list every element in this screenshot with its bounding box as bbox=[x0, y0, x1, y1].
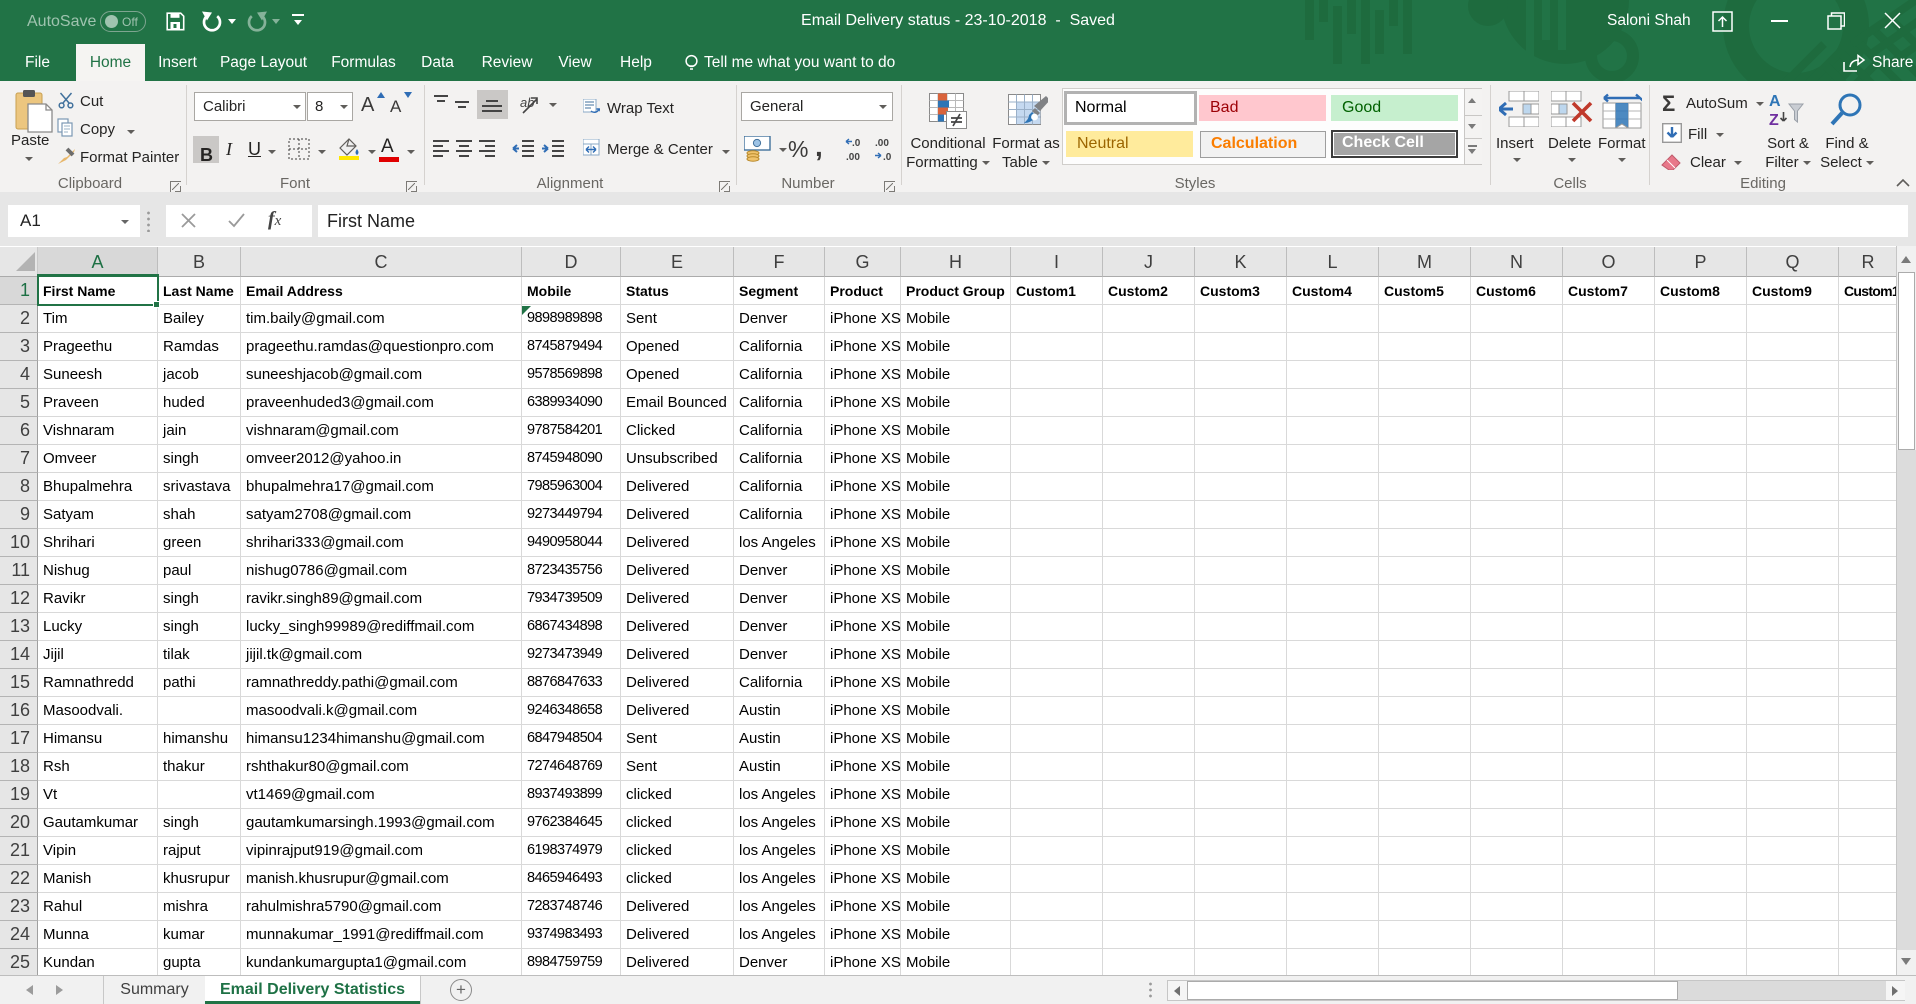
svg-text:.0: .0 bbox=[883, 152, 892, 162]
svg-text:.0: .0 bbox=[852, 138, 861, 149]
svg-text:.00: .00 bbox=[846, 152, 860, 162]
svg-text:ab: ab bbox=[520, 95, 534, 110]
svg-text:.00: .00 bbox=[875, 138, 889, 149]
svg-text:A: A bbox=[1769, 93, 1781, 110]
svg-text:Z: Z bbox=[1769, 112, 1779, 128]
